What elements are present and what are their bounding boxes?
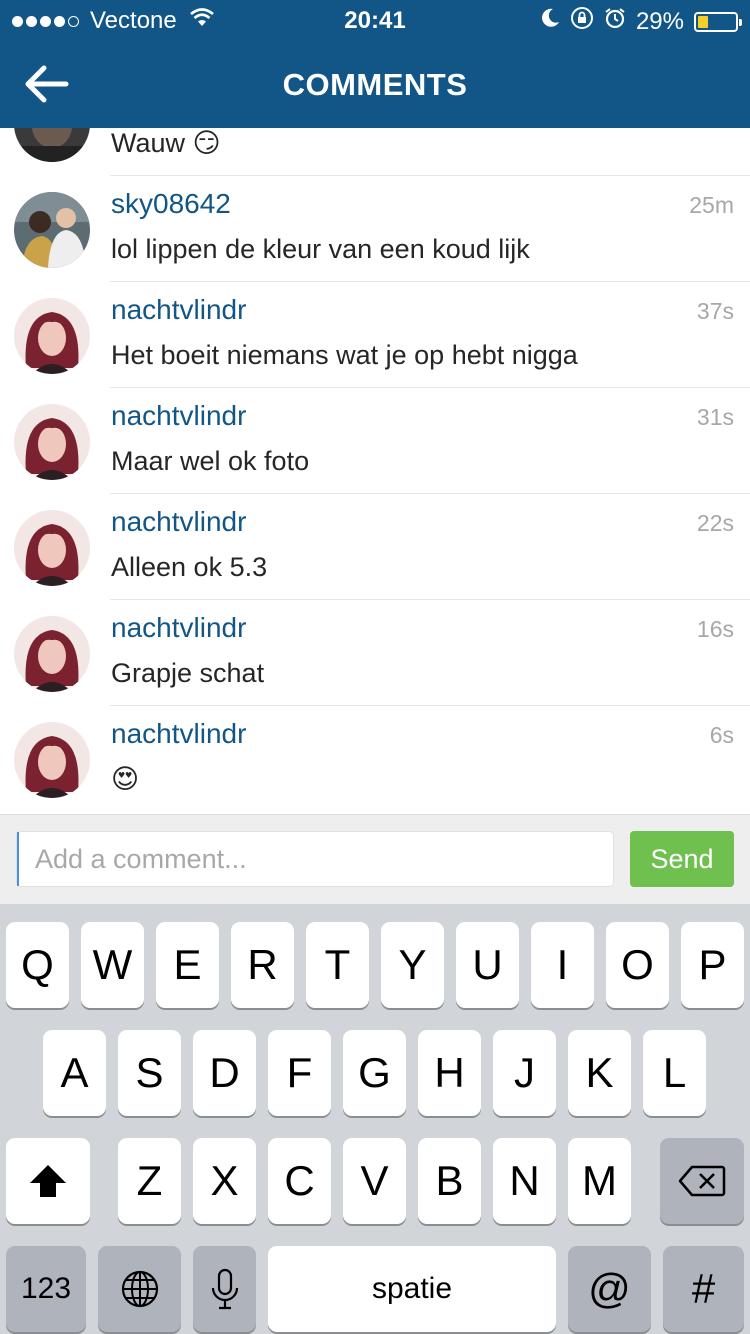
key-w[interactable]: W: [81, 922, 144, 1008]
status-bar: Vectone 20:41 29%: [0, 0, 750, 40]
avatar[interactable]: [14, 510, 90, 586]
shift-key[interactable]: [6, 1138, 90, 1224]
avatar[interactable]: [14, 298, 90, 374]
key-t[interactable]: T: [306, 922, 369, 1008]
moon-icon: [540, 7, 560, 36]
key-b[interactable]: B: [418, 1138, 481, 1224]
space-key[interactable]: spatie: [268, 1246, 556, 1332]
avatar[interactable]: [14, 404, 90, 480]
delete-key[interactable]: [660, 1138, 744, 1224]
key-r[interactable]: R: [231, 922, 294, 1008]
list-item: nachtvlindr 31s Maar wel ok foto: [0, 388, 750, 494]
comment-timestamp: 25m: [689, 192, 734, 218]
key-i[interactable]: I: [531, 922, 594, 1008]
key-n[interactable]: N: [493, 1138, 556, 1224]
comment-timestamp: 22s: [696, 510, 734, 536]
page-title: COMMENTS: [282, 67, 468, 102]
comment-input-container: [16, 831, 614, 887]
key-v[interactable]: V: [343, 1138, 406, 1224]
globe-icon: [121, 1270, 158, 1308]
dictation-key[interactable]: [193, 1246, 256, 1332]
key-j[interactable]: J: [493, 1030, 556, 1116]
key-c[interactable]: C: [268, 1138, 331, 1224]
backspace-icon: [678, 1165, 726, 1197]
key-a[interactable]: A: [43, 1030, 106, 1116]
list-item: sky08642 25m lol lippen de kleur van een…: [0, 176, 750, 282]
comment-text: lol lippen de kleur van een koud lijk: [111, 234, 530, 264]
comment-username[interactable]: nachtvlindr: [111, 718, 246, 750]
comment-username[interactable]: nachtvlindr: [111, 612, 246, 644]
list-item: nachtvlindr 16s Grapje schat: [0, 600, 750, 706]
key-l[interactable]: L: [643, 1030, 706, 1116]
navigation-bar: COMMENTS: [0, 40, 750, 128]
avatar[interactable]: [14, 722, 90, 798]
list-item: nachtvlindr 37s Het boeit niemans wat je…: [0, 282, 750, 388]
key-h[interactable]: H: [418, 1030, 481, 1116]
key-e[interactable]: E: [156, 922, 219, 1008]
key-q[interactable]: Q: [6, 922, 69, 1008]
key-g[interactable]: G: [343, 1030, 406, 1116]
avatar[interactable]: [14, 616, 90, 692]
comment-username[interactable]: nachtvlindr: [111, 506, 246, 538]
comment-text: 😍: [111, 764, 140, 794]
comment-timestamp: 31s: [696, 404, 734, 430]
key-z[interactable]: Z: [118, 1138, 181, 1224]
list-item: Wauw 😏: [0, 128, 750, 176]
avatar[interactable]: [14, 128, 90, 162]
comment-input[interactable]: [17, 832, 613, 886]
comment-text: Het boeit niemans wat je op hebt nigga: [111, 340, 578, 370]
comment-text: Wauw 😏: [111, 128, 221, 158]
top-bar: Vectone 20:41 29% COMMENTS: [0, 0, 750, 128]
key-o[interactable]: O: [606, 922, 669, 1008]
key-d[interactable]: D: [193, 1030, 256, 1116]
list-item: nachtvlindr 6s 😍: [0, 706, 750, 812]
key-u[interactable]: U: [456, 922, 519, 1008]
comment-text: Maar wel ok foto: [111, 446, 310, 476]
comment-username[interactable]: sky08642: [111, 188, 231, 220]
at-key[interactable]: @: [568, 1246, 651, 1332]
comment-input-bar: Send: [0, 814, 750, 904]
comment-text: Alleen ok 5.3: [111, 552, 268, 582]
shift-arrow-icon: [30, 1165, 66, 1197]
comment-username[interactable]: nachtvlindr: [111, 294, 246, 326]
comments-list[interactable]: Wauw 😏 sky08642 25m lol lippen de kleur …: [0, 128, 750, 814]
key-k[interactable]: K: [568, 1030, 631, 1116]
key-y[interactable]: Y: [381, 922, 444, 1008]
battery-icon: [694, 11, 742, 32]
key-s[interactable]: S: [118, 1030, 181, 1116]
comment-timestamp: 6s: [709, 722, 734, 748]
key-x[interactable]: X: [193, 1138, 256, 1224]
microphone-icon: [211, 1268, 238, 1310]
avatar[interactable]: [14, 192, 90, 268]
keyboard: Q W E R T Y U I O P A S D F G H J K L Z …: [0, 904, 750, 1334]
numbers-key[interactable]: 123: [6, 1246, 86, 1332]
key-m[interactable]: M: [568, 1138, 631, 1224]
key-p[interactable]: P: [681, 922, 744, 1008]
key-f[interactable]: F: [268, 1030, 331, 1116]
battery-percent: 29%: [635, 7, 684, 35]
globe-key[interactable]: [98, 1246, 181, 1332]
hash-key[interactable]: #: [663, 1246, 744, 1332]
rotation-lock-icon: [570, 6, 594, 37]
comment-timestamp: 16s: [696, 616, 734, 642]
alarm-icon: [604, 7, 626, 36]
send-button[interactable]: Send: [630, 831, 734, 887]
comment-timestamp: 37s: [696, 298, 734, 324]
comment-username[interactable]: nachtvlindr: [111, 400, 246, 432]
comment-text: Grapje schat: [111, 658, 265, 688]
list-item: nachtvlindr 22s Alleen ok 5.3: [0, 494, 750, 600]
